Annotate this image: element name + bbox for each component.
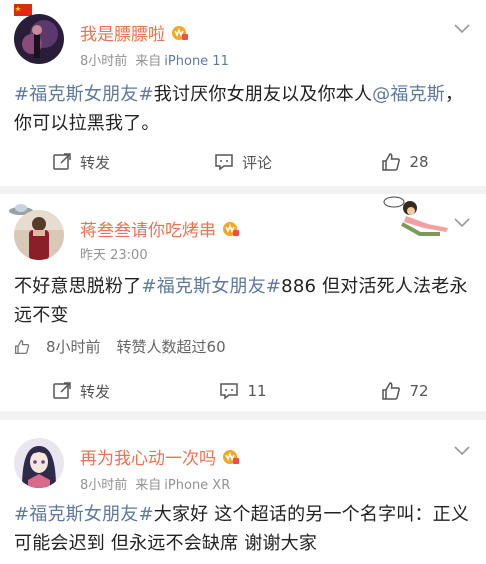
likes-text: 转赞人数超过60 [116,338,226,356]
repost-button[interactable]: 转发 [0,152,162,173]
chevron-down-icon[interactable] [454,218,470,228]
repost-icon [53,153,71,170]
thumbs-up-icon [382,153,401,171]
like-button[interactable]: 72 [324,381,486,401]
post-body: 不好意思脱粉了#福克斯女朋友#886 但对活死人法老永远不变 [14,272,470,330]
source-app[interactable]: iPhone 11 [164,54,229,69]
like-button[interactable]: 28 [324,152,486,172]
source-app[interactable]: iPhone XR [164,478,230,493]
chevron-down-icon[interactable] [454,446,470,456]
vip-badge-icon [223,449,239,464]
post-card: 蒋叁叁请你吃烤串 昨天 23:00 不好意思脱粉了#福克斯女朋友#886 但对活… [0,194,486,411]
post-time: 8小时前 [80,478,128,493]
post-body: #福克斯女朋友#大家好 这个超话的另一个名字叫：正义可能会迟到 但永远不会缺席 … [14,500,470,558]
chevron-down-icon[interactable] [454,24,470,34]
repost-label: 转发 [79,153,110,172]
likes-time: 8小时前 [46,338,101,356]
body-text: 我讨厌你女朋友以及你本人 [153,84,373,105]
post-time: 昨天 23:00 [80,248,148,263]
source-prefix: 来自 [135,478,162,493]
action-bar: 转发 11 72 [0,371,486,411]
topic-tag[interactable]: #福克斯女朋友# [14,504,154,525]
username[interactable]: 我是膘膘啦 [80,20,189,45]
comment-icon [215,154,233,171]
vip-badge-icon [223,221,239,236]
avatar[interactable] [14,210,64,260]
thumbs-up-icon [14,339,30,354]
post-card: 再为我心动一次吗 8小时前 来自 iPhone XR #福克斯女朋友#大家好 这个超… [0,420,486,564]
sticker-decoration [383,196,448,236]
comment-label: 评论 [241,153,272,172]
username[interactable]: 蒋叁叁请你吃烤串 [80,216,240,241]
repost-button[interactable]: 转发 [0,381,162,402]
comment-button[interactable]: 评论 [162,152,324,173]
post-meta: 昨天 23:00 [80,244,148,263]
like-count: 28 [409,153,429,171]
topic-tag[interactable]: #福克斯女朋友# [14,84,154,105]
username[interactable]: 再为我心动一次吗 [80,444,240,469]
comment-count: 11 [247,382,267,400]
username-text[interactable]: 我是膘膘啦 [80,20,165,45]
post-meta: 8小时前 来自 iPhone XR [80,474,230,493]
repost-icon [53,382,71,399]
action-bar: 转发 评论 28 [0,142,486,182]
source-prefix: 来自 [135,54,162,69]
post-card: 我是膘膘啦 8小时前 来自 iPhone 11 #福克斯女朋友#我讨厌你女朋友以及你… [0,0,486,186]
thumbs-up-icon [382,382,401,400]
post-body: #福克斯女朋友#我讨厌你女朋友以及你本人@福克斯，你可以拉黑我了。 [14,80,470,138]
topic-tag[interactable]: #福克斯女朋友# [141,276,281,297]
like-count: 72 [409,382,429,400]
avatar[interactable] [14,14,64,64]
body-text: 不好意思脱粉了 [14,276,142,297]
likes-summary[interactable]: 8小时前 转赞人数超过60 [14,336,226,357]
username-text[interactable]: 再为我心动一次吗 [80,444,216,469]
post-meta: 8小时前 来自 iPhone 11 [80,50,229,69]
username-text[interactable]: 蒋叁叁请你吃烤串 [80,216,216,241]
comment-button[interactable]: 11 [162,381,324,401]
repost-label: 转发 [79,382,110,401]
user-mention[interactable]: @福克斯 [372,84,445,105]
vip-badge-icon [172,25,188,40]
comment-icon [220,383,239,400]
post-time: 8小时前 [80,54,128,69]
avatar[interactable] [14,438,64,488]
